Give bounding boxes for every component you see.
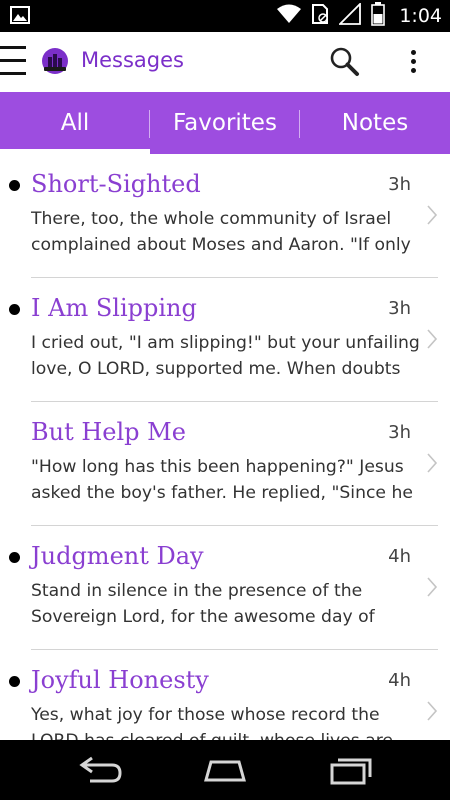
message-title: Joyful Honesty: [31, 666, 209, 694]
tab-all[interactable]: All: [0, 92, 150, 154]
message-time: 4h: [388, 670, 411, 691]
app-logo: [40, 46, 70, 76]
message-excerpt: Yes, what joy for those whose record the…: [31, 705, 393, 740]
message-time: 3h: [388, 422, 411, 443]
search-icon[interactable]: [328, 45, 362, 79]
message-time: 3h: [388, 174, 411, 195]
chevron-right-icon: [426, 328, 438, 350]
message-title: Short-Sighted: [31, 170, 201, 198]
tab-divider: [149, 110, 150, 138]
no-sim-icon: [311, 3, 329, 29]
battery-icon: [371, 2, 386, 30]
recent-apps-icon[interactable]: [328, 754, 376, 786]
chevron-right-icon: [426, 204, 438, 226]
list-item[interactable]: But Help Me 3h "How long has this been h…: [0, 402, 450, 526]
message-list: Short-Sighted 3h There, too, the whole c…: [0, 154, 450, 740]
message-excerpt: "How long has this been happening?" Jesu…: [31, 457, 413, 503]
message-time: 4h: [388, 546, 411, 567]
overflow-menu-icon[interactable]: [403, 46, 423, 78]
home-icon[interactable]: [201, 754, 249, 786]
tab-notes[interactable]: Notes: [300, 92, 450, 154]
tab-bar: All Favorites Notes: [0, 92, 450, 154]
signal-icon: [338, 1, 362, 29]
back-icon[interactable]: [76, 754, 124, 786]
message-time: 3h: [388, 298, 411, 319]
wifi-icon: [277, 4, 302, 28]
tab-favorites[interactable]: Favorites: [150, 92, 300, 154]
unread-dot-icon: [9, 180, 20, 191]
unread-dot-icon: [9, 552, 20, 563]
chevron-right-icon: [426, 576, 438, 598]
status-bar: 1:04: [0, 0, 450, 32]
status-time: 1:04: [399, 5, 442, 27]
list-item[interactable]: Short-Sighted 3h There, too, the whole c…: [0, 154, 450, 278]
message-title: But Help Me: [31, 418, 186, 446]
message-excerpt: Stand in silence in the presence of the …: [31, 581, 375, 627]
page-title: Messages: [81, 48, 184, 72]
unread-dot-icon: [9, 304, 20, 315]
message-excerpt: There, too, the whole community of Israe…: [31, 209, 411, 255]
menu-icon[interactable]: [0, 44, 28, 78]
list-item[interactable]: Judgment Day 4h Stand in silence in the …: [0, 526, 450, 650]
list-item[interactable]: I Am Slipping 3h I cried out, "I am slip…: [0, 278, 450, 402]
chevron-right-icon: [426, 700, 438, 722]
tab-divider: [299, 110, 300, 138]
message-title: Judgment Day: [31, 542, 204, 570]
navigation-bar: [0, 740, 450, 800]
list-item[interactable]: Joyful Honesty 4h Yes, what joy for thos…: [0, 650, 450, 740]
chevron-right-icon: [426, 452, 438, 474]
message-excerpt: I cried out, "I am slipping!" but your u…: [31, 333, 420, 379]
image-notification-icon: [10, 6, 30, 28]
action-bar: Messages: [0, 32, 450, 92]
unread-dot-icon: [9, 676, 20, 687]
message-title: I Am Slipping: [31, 294, 197, 322]
